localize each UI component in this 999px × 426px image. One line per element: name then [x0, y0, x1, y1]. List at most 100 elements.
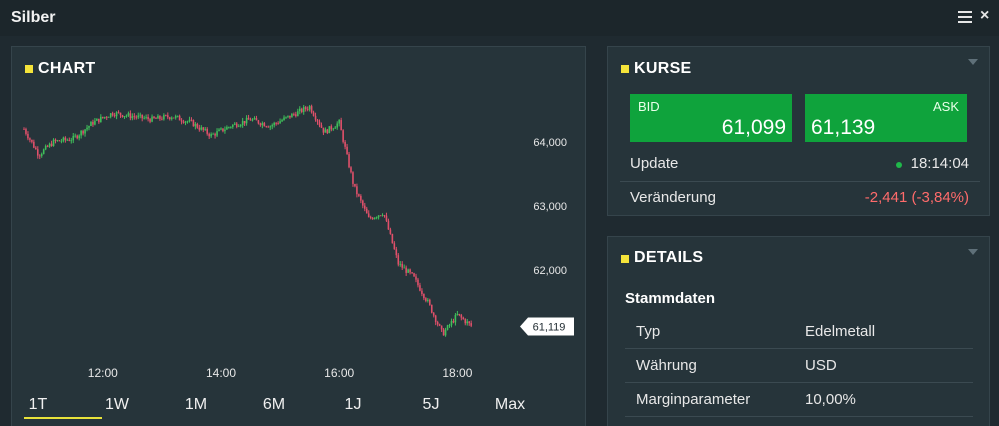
candle-body [446, 325, 449, 330]
candle-body [107, 117, 110, 118]
chart-panel: CHART 64,000 63,000 62,000 12:00 14:00 16:00… [11, 46, 586, 426]
range-tab-6m[interactable]: 6M [249, 396, 299, 414]
range-tab-1j[interactable]: 1J [328, 396, 378, 414]
candle-body [54, 139, 57, 141]
candle-body [285, 116, 287, 118]
bid-button[interactable]: BID 61,099 [630, 94, 792, 142]
y-tick-label: 63,000 [533, 201, 567, 213]
candle-body [425, 298, 427, 301]
candle-body [432, 312, 435, 316]
candle-body [210, 134, 212, 137]
candle-body [133, 116, 136, 118]
candle-body [342, 130, 344, 142]
details-panel: DETAILS Stammdaten Typ Edelmetall Währun… [607, 236, 990, 426]
close-icon[interactable]: × [980, 7, 989, 25]
candle-body [98, 118, 100, 123]
range-tab-5j[interactable]: 5J [406, 396, 456, 414]
candle-body [356, 186, 358, 195]
hamburger-menu-icon[interactable] [958, 11, 972, 25]
window-title: Silber [11, 9, 56, 26]
candle-body [115, 112, 118, 117]
candle-body [161, 118, 163, 120]
candle-body [302, 107, 305, 113]
candle-body [448, 325, 451, 326]
candle-body [373, 217, 376, 220]
candle-body [332, 128, 335, 130]
range-tab-max[interactable]: Max [485, 396, 535, 414]
ask-label: ASK [932, 99, 959, 114]
candle-body [198, 127, 201, 130]
candle-body [460, 315, 463, 318]
range-tab-1m[interactable]: 1M [171, 396, 221, 414]
candle-body [391, 233, 394, 244]
detail-value: USD [805, 357, 837, 374]
candle-body [358, 194, 360, 196]
candle-body [220, 128, 222, 130]
candle-body [66, 139, 69, 141]
range-tab-1t[interactable]: 1T [13, 396, 63, 414]
candle-body [300, 108, 303, 113]
candle-body [444, 329, 447, 336]
candle-body [42, 149, 45, 154]
candle-body [293, 113, 295, 115]
candle-body [245, 117, 248, 124]
candle-body [289, 115, 291, 118]
candle-body [196, 123, 199, 128]
candle-body [452, 321, 455, 323]
candle-body [40, 153, 43, 157]
candle-body [151, 116, 153, 122]
candle-body [405, 267, 407, 273]
detail-value: 10,00% [805, 391, 856, 408]
chevron-down-icon[interactable] [968, 249, 978, 255]
candle-body [208, 133, 210, 137]
candle-body [428, 299, 431, 305]
candle-body [348, 154, 350, 168]
candle-body [96, 118, 98, 121]
candle-body [70, 140, 73, 142]
candle-body [442, 329, 445, 336]
candle-body [464, 319, 467, 324]
detail-row: Währung USD [625, 349, 973, 383]
candle-body [78, 135, 80, 139]
candle-body [360, 195, 362, 201]
candle-body [322, 127, 325, 133]
candle-body [80, 130, 82, 136]
candle-body [117, 112, 120, 114]
candle-body [350, 167, 352, 173]
kurse-panel-title: KURSE [634, 60, 692, 77]
candle-body [291, 113, 293, 118]
candle-body [137, 115, 140, 118]
window-header: Silber × [0, 0, 999, 36]
candle-body [263, 123, 266, 127]
candle-body [72, 135, 75, 141]
candle-body [222, 128, 224, 132]
price-chart[interactable]: 64,00063,00062,000 12:00 14:00 16:00 18:00 … [12, 47, 585, 392]
candle-body [401, 263, 404, 268]
candle-body [38, 155, 41, 157]
ask-button[interactable]: ASK 61,139 [805, 94, 967, 142]
candle-body [375, 217, 378, 219]
candle-body [36, 149, 39, 156]
candle-body [84, 129, 86, 134]
candle-body [94, 120, 96, 125]
x-tick-label: 18:00 [442, 366, 472, 380]
candle-body [58, 140, 61, 142]
candle-body [127, 113, 130, 116]
candle-body [56, 140, 59, 142]
candle-body [121, 115, 124, 118]
candle-body [458, 313, 461, 316]
bid-label: BID [638, 99, 660, 114]
range-tab-1w[interactable]: 1W [92, 396, 142, 414]
selected-range-indicator [24, 417, 102, 419]
candle-body [113, 115, 116, 117]
candle-body [362, 200, 364, 206]
candle-body [182, 121, 185, 123]
candle-body [397, 255, 400, 265]
candle-body [163, 115, 165, 120]
chevron-down-icon[interactable] [968, 59, 978, 65]
candle-body [123, 116, 126, 118]
candle-body [334, 127, 337, 129]
candle-body [407, 269, 409, 273]
candle-body [139, 114, 142, 116]
detail-value: Edelmetall [805, 323, 876, 340]
